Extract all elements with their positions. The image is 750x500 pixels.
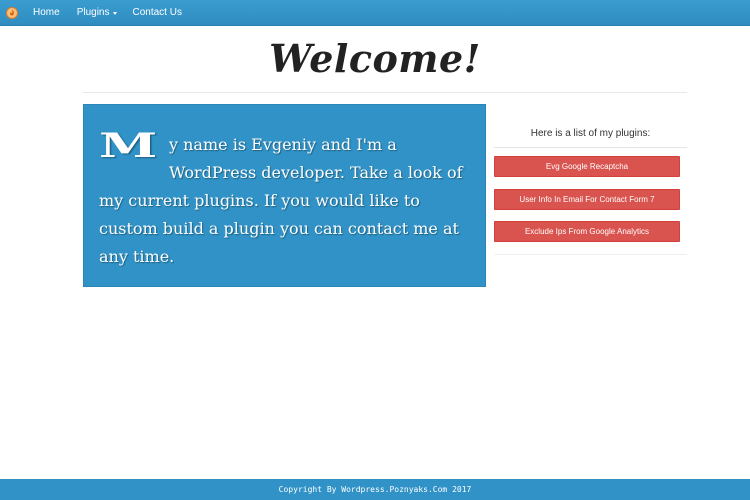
nav-contact-label: Contact Us	[132, 7, 182, 18]
plugin-button-label: User Info In Email For Contact Form 7	[519, 195, 655, 204]
plugins-sidebar: Here is a list of my plugins: Evg Google…	[494, 104, 687, 255]
plugins-heading-divider	[494, 147, 687, 148]
nav-plugins-label: Plugins	[76, 7, 110, 18]
nav-home-link[interactable]: Home	[33, 7, 60, 18]
footer-copyright: Copyright By Wordpress.Poznyaks.Com 2017	[278, 485, 472, 494]
nav-plugins-dropdown[interactable]: Plugins	[77, 7, 117, 18]
plugins-heading: Here is a list of my plugins:	[530, 128, 651, 139]
plugins-bottom-divider	[494, 254, 687, 255]
page-footer: Copyright By Wordpress.Poznyaks.Com 2017	[0, 479, 750, 500]
top-navbar: Home Plugins Contact Us	[0, 0, 750, 26]
plugin-button-label: Exclude Ips From Google Analytics	[524, 227, 650, 236]
nav-home-label: Home	[33, 7, 60, 18]
title-divider	[83, 92, 687, 93]
caret-down-icon	[112, 11, 117, 15]
page-title: Welcome!	[269, 36, 481, 81]
nav-contact-link[interactable]: Contact Us	[133, 7, 182, 18]
plugin-button-exclude-ips-ga[interactable]: Exclude Ips From Google Analytics	[494, 221, 680, 242]
brand-logo[interactable]	[1, 0, 23, 26]
intro-dropcap: M	[99, 126, 157, 166]
plugin-button-evg-google-recaptcha[interactable]: Evg Google Recaptcha	[494, 156, 680, 177]
intro-paragraph: M y name is Evgeniy and I'm a WordPress …	[99, 126, 471, 271]
plugin-button-user-info-cf7[interactable]: User Info In Email For Contact Form 7	[494, 189, 680, 210]
flame-logo-icon	[6, 6, 18, 19]
plugin-button-label: Evg Google Recaptcha	[545, 162, 629, 171]
intro-panel: M y name is Evgeniy and I'm a WordPress …	[83, 104, 486, 287]
